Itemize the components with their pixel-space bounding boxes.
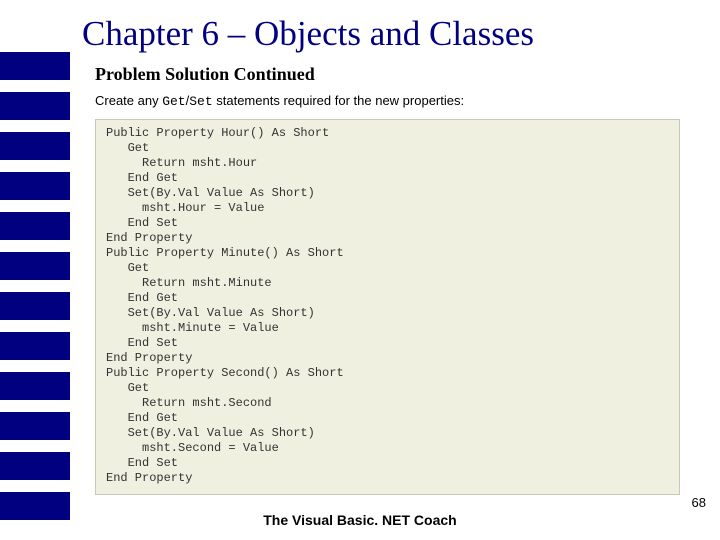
code-block: Public Property Hour() As Short Get Retu…: [95, 119, 680, 495]
intro-text: Create any Get/Set statements required f…: [95, 93, 680, 109]
sidebar-bar: [0, 52, 70, 80]
page-number: 68: [692, 495, 706, 510]
sidebar-bar: [0, 292, 70, 320]
intro-pre: Create any: [95, 93, 162, 108]
sidebar-bar: [0, 252, 70, 280]
page-title: Chapter 6 – Objects and Classes: [82, 14, 534, 54]
sidebar-bar: [0, 412, 70, 440]
sidebar-bar: [0, 172, 70, 200]
sidebar-bar: [0, 332, 70, 360]
sidebar-bar: [0, 372, 70, 400]
footer-text: The Visual Basic. NET Coach: [0, 512, 720, 528]
subheading: Problem Solution Continued: [95, 64, 680, 85]
intro-mono-set: Set: [189, 94, 212, 109]
content-area: Problem Solution Continued Create any Ge…: [95, 64, 680, 495]
intro-mono-get: Get: [162, 94, 185, 109]
sidebar-decoration: [0, 0, 70, 540]
sidebar-bar: [0, 132, 70, 160]
intro-post: statements required for the new properti…: [213, 93, 464, 108]
sidebar-bar: [0, 92, 70, 120]
sidebar-bar: [0, 212, 70, 240]
sidebar-bar: [0, 452, 70, 480]
